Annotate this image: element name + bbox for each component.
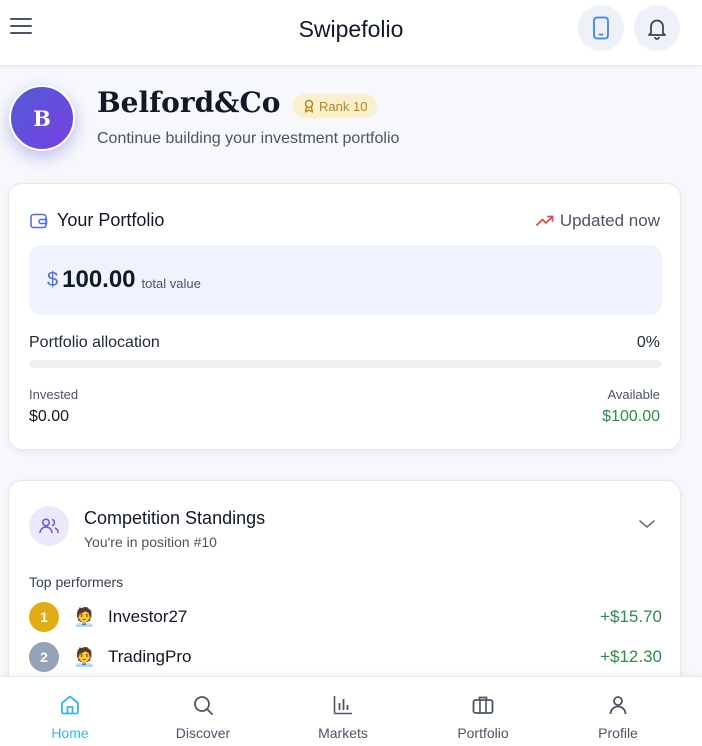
rank-circle: 1 — [29, 602, 59, 632]
nav-label-profile: Profile — [598, 725, 638, 741]
dollar-icon: $ — [47, 268, 59, 291]
user-name: Belford&Co — [97, 86, 281, 119]
wallet-icon — [30, 213, 48, 228]
total-value-box: $ 100.00 total value — [29, 245, 662, 315]
top-performers-label: Top performers — [29, 574, 124, 590]
allocation-progress-bar — [29, 360, 662, 368]
invested-value: $0.00 — [29, 408, 70, 425]
performer-row[interactable]: 1 🧑‍💼 Investor27 +$15.70 — [29, 602, 662, 632]
nav-label-markets: Markets — [318, 725, 368, 741]
bottom-nav: Home Discover Markets Portfolio Profile — [0, 676, 702, 746]
award-icon — [304, 99, 314, 113]
nav-item-home[interactable]: Home — [20, 677, 120, 746]
performer-avatar-icon: 🧑‍💼 — [73, 606, 96, 627]
performer-name: Investor27 — [108, 607, 188, 626]
nav-label-portfolio: Portfolio — [457, 725, 509, 741]
chevron-down-icon[interactable] — [638, 517, 656, 535]
competition-title: Competition Standings — [84, 508, 266, 528]
allocation-label: Portfolio allocation — [29, 334, 160, 351]
notifications-button[interactable] — [634, 5, 680, 51]
home-icon — [61, 695, 79, 715]
search-icon — [194, 696, 213, 715]
portfolio-card-header: Your Portfolio — [29, 210, 164, 231]
user-subtitle: Continue building your investment portfo… — [97, 130, 400, 147]
user-icon — [609, 696, 627, 715]
available-value: $100.00 — [602, 408, 660, 425]
total-value-label: total value — [141, 275, 201, 291]
top-bar: Swipefolio — [0, 0, 702, 66]
performer-row[interactable]: 2 🧑‍💼 TradingPro +$12.30 — [29, 642, 662, 672]
mobile-view-button[interactable] — [578, 5, 624, 51]
competition-icon-wrap — [29, 506, 69, 546]
competition-subtitle: You're in position #10 — [84, 534, 217, 550]
bar-chart-icon — [333, 696, 352, 715]
portfolio-card: Your Portfolio Updated now $ 100.00 tota… — [8, 183, 681, 450]
performer-gain: +$15.70 — [600, 607, 662, 626]
rank-circle: 2 — [29, 642, 59, 672]
nav-item-discover[interactable]: Discover — [153, 677, 253, 746]
nav-label-home: Home — [51, 725, 89, 741]
bell-icon — [648, 19, 666, 40]
portfolio-title: Your Portfolio — [57, 210, 165, 230]
allocation-percent: 0% — [636, 334, 660, 351]
nav-item-profile[interactable]: Profile — [568, 677, 668, 746]
avatar[interactable]: B — [9, 85, 75, 151]
nav-item-portfolio[interactable]: Portfolio — [433, 677, 533, 746]
available-label: Available — [607, 387, 660, 402]
total-value: 100.00 — [62, 266, 136, 293]
performer-name: TradingPro — [108, 647, 192, 666]
nav-label-discover: Discover — [175, 725, 231, 741]
rank-label: Rank 10 — [319, 98, 368, 114]
portfolio-updated: Updated now — [535, 211, 660, 231]
briefcase-icon — [472, 696, 494, 714]
performer-avatar-icon: 🧑‍💼 — [73, 646, 96, 667]
phone-icon — [593, 16, 609, 40]
updated-label: Updated now — [559, 211, 660, 230]
invested-label: Invested — [29, 387, 79, 402]
users-icon — [39, 518, 59, 534]
nav-item-markets[interactable]: Markets — [293, 677, 393, 746]
trending-up-icon — [535, 215, 554, 226]
performer-gain: +$12.30 — [600, 647, 662, 666]
rank-badge: Rank 10 — [293, 94, 378, 118]
